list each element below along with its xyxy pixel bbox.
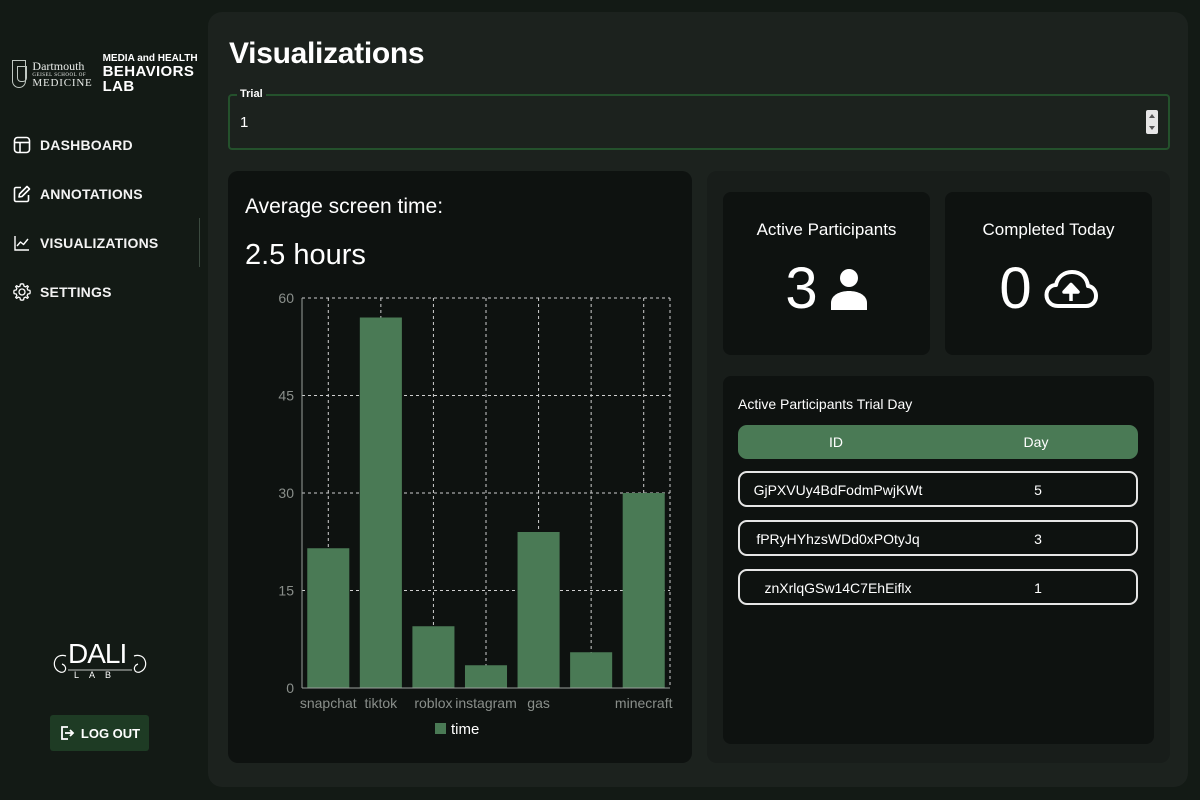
table-row[interactable]: GjPXVUy4BdFodmPwjKWt 5 — [738, 471, 1138, 507]
logo-dartmouth-text: Dartmouth — [32, 58, 85, 73]
participant-id: GjPXVUy4BdFodmPwjKWt — [753, 482, 923, 498]
bar-snapchat — [307, 548, 350, 688]
sidebar-nav: DASHBOARD ANNOTATIONS VISUALIZATIONS SET… — [12, 120, 200, 316]
x-tick-label: minecraft — [615, 695, 673, 711]
legend-swatch — [435, 723, 446, 734]
logout-icon — [60, 726, 75, 740]
participant-day: 5 — [1034, 482, 1042, 498]
dartmouth-crest-icon — [12, 60, 28, 88]
x-tick-label: instagram — [455, 695, 516, 711]
lab-logo[interactable]: Dartmouth GEISEL SCHOOL OF MEDICINE MEDI… — [12, 54, 202, 95]
stats-panel: Active Participants 3 Completed Today 0 … — [707, 171, 1170, 763]
logout-label: LOG OUT — [80, 725, 141, 741]
dashboard-icon — [13, 136, 31, 153]
y-tick-label: 30 — [278, 485, 294, 501]
active-participants-count: 3 — [785, 256, 818, 321]
logout-button[interactable]: LOG OUT — [50, 715, 149, 751]
bar-roblox — [412, 626, 455, 688]
completed-today-label: Completed Today — [982, 220, 1115, 239]
trial-label: Trial — [237, 88, 266, 100]
x-tick-label: tiktok — [365, 695, 399, 711]
dali-subtext: LAB — [74, 670, 122, 680]
table-header: ID Day — [738, 425, 1138, 459]
person-icon — [830, 269, 867, 310]
column-header-day: Day — [1023, 434, 1049, 450]
sidebar: Dartmouth GEISEL SCHOOL OF MEDICINE MEDI… — [0, 0, 200, 800]
x-tick-label: roblox — [414, 695, 452, 711]
bar-minecraft — [622, 493, 665, 688]
x-tick-label: gas — [527, 695, 550, 711]
table-row[interactable]: znXrlqGSw14C7EhEiflx 1 — [738, 569, 1138, 605]
trial-input[interactable]: Trial 1 — [228, 88, 1170, 150]
table-row[interactable]: fPRyHYhzsWDd0xPOtyJq 3 — [738, 520, 1138, 556]
screen-time-bar-chart: 0 15 30 45 60 snapchat tiktok roblox instagram ga… — [278, 290, 673, 738]
sidebar-item-label: VISUALIZATIONS — [40, 234, 159, 251]
bar-instagram — [464, 665, 508, 688]
participant-id: fPRyHYhzsWDd0xPOtyJq — [756, 531, 920, 547]
participant-day: 3 — [1034, 531, 1042, 547]
logo-medicine-text: MEDICINE — [32, 76, 93, 89]
trial-value[interactable]: 1 — [240, 114, 248, 131]
logo-lab-line2: BEHAVIORS LAB — [102, 63, 195, 95]
y-tick-label: 15 — [278, 583, 294, 599]
active-participants-card: Active Participants 3 — [723, 192, 930, 355]
lab-wordmark: MEDIA and HEALTH BEHAVIORS LAB — [102, 54, 202, 95]
dartmouth-wordmark: Dartmouth GEISEL SCHOOL OF MEDICINE — [32, 60, 92, 89]
screen-time-card: Average screen time: 2.5 hours 0 15 30 45 60… — [228, 171, 692, 763]
column-header-id: ID — [829, 434, 843, 450]
sidebar-item-label: DASHBOARD — [40, 136, 133, 153]
chart-line-icon — [14, 235, 29, 251]
edit-icon — [13, 185, 31, 202]
y-tick-label: 0 — [286, 680, 294, 696]
main-panel: Visualizations Trial 1 Average screen ti… — [208, 12, 1188, 787]
gear-icon — [13, 282, 31, 301]
dali-wordmark: DALI — [68, 638, 127, 669]
y-tick-label: 60 — [278, 290, 294, 306]
sidebar-item-visualizations[interactable]: VISUALIZATIONS — [12, 218, 200, 267]
active-participants-label: Active Participants — [756, 220, 897, 239]
participant-day: 1 — [1034, 580, 1042, 596]
x-tick-label: snapchat — [300, 695, 357, 711]
number-spinner[interactable] — [1146, 110, 1158, 134]
trial-day-table-card: Active Participants Trial Day ID Day GjP… — [723, 376, 1154, 744]
sidebar-item-label: ANNOTATIONS — [40, 185, 143, 202]
completed-today-count: 0 — [999, 256, 1032, 321]
sidebar-item-settings[interactable]: SETTINGS — [12, 267, 200, 316]
sidebar-item-label: SETTINGS — [40, 283, 112, 300]
participant-id: znXrlqGSw14C7EhEiflx — [764, 580, 912, 596]
dali-lab-logo: DALI LAB — [48, 636, 152, 688]
bar-gas — [517, 532, 560, 688]
table-title: Active Participants Trial Day — [738, 396, 913, 412]
cloud-upload-icon — [1044, 270, 1098, 308]
sidebar-item-annotations[interactable]: ANNOTATIONS — [12, 169, 200, 218]
y-tick-label: 45 — [278, 388, 294, 404]
bar-tiktok — [359, 317, 402, 688]
legend-label: time — [451, 721, 479, 738]
bar-unlabeled — [570, 652, 613, 688]
sidebar-item-dashboard[interactable]: DASHBOARD — [12, 120, 200, 169]
completed-today-card: Completed Today 0 — [945, 192, 1152, 355]
page-title: Visualizations — [229, 37, 425, 70]
